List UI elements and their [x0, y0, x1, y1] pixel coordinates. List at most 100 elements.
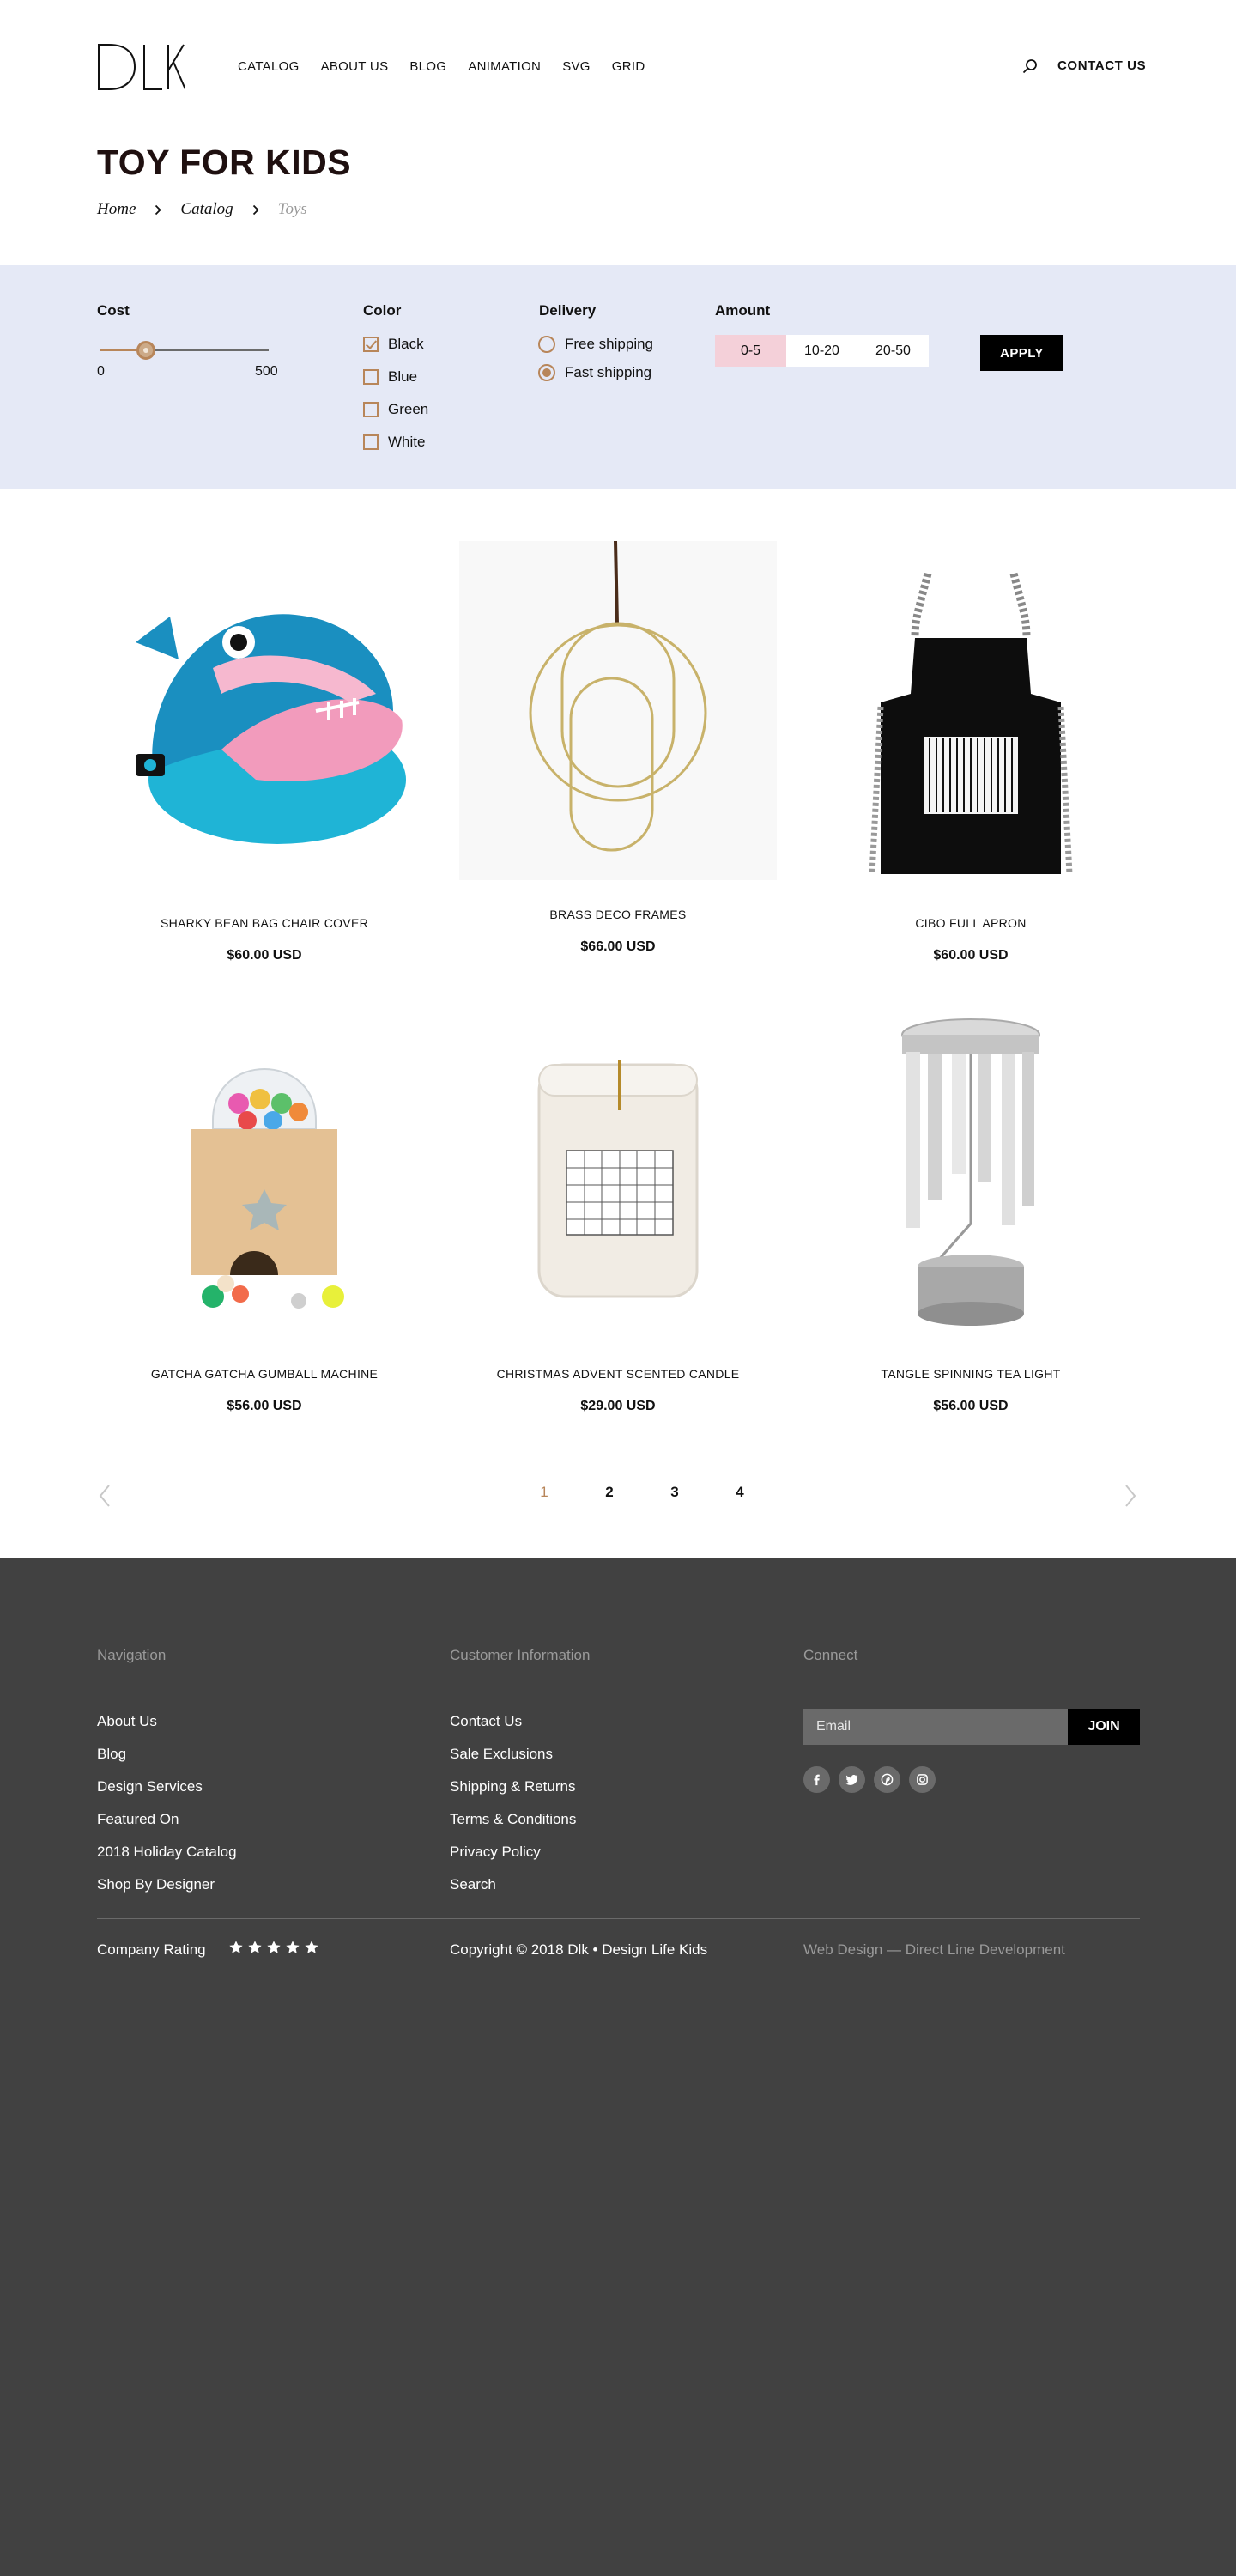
footer-link[interactable]: Terms & Conditions [450, 1811, 576, 1828]
apply-button[interactable]: APPLY [980, 335, 1063, 371]
product-name[interactable]: CHRISTMAS ADVENT SCENTED CANDLE [459, 1367, 777, 1381]
color-option-black[interactable]: Black [363, 336, 424, 353]
footer-link[interactable]: Search [450, 1876, 496, 1893]
page-number-3[interactable]: 3 [642, 1484, 707, 1501]
product-card[interactable]: TANGLE SPINNING TEA LIGHT $56.00 USD [812, 1000, 1130, 1447]
next-page-button[interactable] [1121, 1482, 1140, 1510]
facebook-button[interactable] [803, 1766, 830, 1793]
previous-page-button[interactable] [95, 1482, 114, 1510]
checkbox[interactable] [363, 369, 379, 385]
nav-svg[interactable]: SVG [562, 59, 591, 74]
nav-grid[interactable]: GRID [612, 59, 645, 74]
product-image[interactable] [106, 550, 423, 889]
product-price: $56.00 USD [933, 1399, 1009, 1413]
page-number-1[interactable]: 1 [512, 1484, 577, 1501]
breadcrumb-catalog[interactable]: Catalog [180, 200, 233, 219]
product-card[interactable]: CHRISTMAS ADVENT SCENTED CANDLE $29.00 U… [459, 1000, 777, 1447]
product-card[interactable]: BRASS DECO FRAMES $66.00 USD [459, 541, 777, 987]
delivery-option-label: Fast shipping [565, 364, 652, 380]
star-icon [267, 1941, 281, 1953]
footer-link[interactable]: 2018 Holiday Catalog [97, 1844, 237, 1861]
pinterest-button[interactable] [874, 1766, 900, 1793]
product-price: $29.00 USD [580, 1399, 656, 1413]
email-field[interactable] [803, 1709, 1068, 1745]
cost-filter-title: Cost [97, 302, 130, 319]
breadcrumb-home[interactable]: Home [97, 200, 136, 219]
footer-link[interactable]: Featured On [97, 1811, 179, 1828]
footer-link[interactable]: Shipping & Returns [450, 1778, 575, 1795]
nav-about-us[interactable]: ABOUT US [321, 59, 389, 74]
radio-button-selected[interactable] [538, 364, 555, 381]
design-credit-link[interactable]: Web Design — Direct Line Development [803, 1941, 1065, 1959]
product-card[interactable]: SHARKY BEAN BAG CHAIR COVER $60.00 USD [106, 550, 423, 996]
product-name[interactable]: CIBO FULL APRON [812, 916, 1130, 930]
product-name[interactable]: SHARKY BEAN BAG CHAIR COVER [106, 916, 423, 930]
product-card[interactable]: GATCHA GATCHA GUMBALL MACHINE $56.00 USD [106, 1000, 423, 1447]
delivery-option-free[interactable]: Free shipping [538, 336, 653, 353]
footer-link[interactable]: Design Services [97, 1778, 203, 1795]
product-name[interactable]: BRASS DECO FRAMES [459, 908, 777, 921]
product-image[interactable] [459, 1000, 777, 1340]
product-name[interactable]: GATCHA GATCHA GUMBALL MACHINE [106, 1367, 423, 1381]
search-button[interactable] [1021, 57, 1039, 76]
checkbox-checked[interactable] [363, 337, 379, 352]
footer-link[interactable]: Shop By Designer [97, 1876, 215, 1893]
amount-option-10-20[interactable]: 10-20 [786, 335, 857, 367]
page-number-4[interactable]: 4 [707, 1484, 772, 1501]
search-icon [1022, 59, 1037, 74]
cost-slider[interactable] [100, 340, 269, 361]
color-option-label: Black [388, 336, 424, 352]
footer-customer-title: Customer Information [450, 1647, 591, 1663]
color-option-blue[interactable]: Blue [363, 368, 417, 386]
product-image[interactable] [812, 1000, 1130, 1340]
checkbox[interactable] [363, 402, 379, 417]
footer-link[interactable]: Privacy Policy [450, 1844, 541, 1861]
star-icon [248, 1941, 262, 1953]
footer-link[interactable]: About Us [97, 1713, 157, 1730]
join-button[interactable]: JOIN [1068, 1709, 1140, 1745]
contact-us-link[interactable]: CONTACT US [1057, 58, 1146, 73]
product-image[interactable] [812, 550, 1130, 889]
star-icon [286, 1941, 300, 1953]
amount-option-20-50[interactable]: 20-50 [857, 335, 929, 367]
product-price: $66.00 USD [580, 939, 656, 954]
copyright-text: Copyright © 2018 Dlk • Design Life Kids [450, 1941, 708, 1958]
color-option-green[interactable]: Green [363, 401, 428, 418]
footer-link[interactable]: Blog [97, 1746, 126, 1763]
product-image[interactable] [106, 1000, 423, 1340]
nav-blog[interactable]: BLOG [409, 59, 446, 74]
footer-bottom-divider [97, 1918, 1140, 1919]
color-filter-title: Color [363, 302, 402, 319]
product-price: $60.00 USD [227, 948, 302, 963]
product-image[interactable] [459, 541, 777, 880]
page-title: TOY FOR KIDS [97, 143, 352, 182]
slider-handle[interactable] [136, 341, 155, 360]
checkbox[interactable] [363, 434, 379, 450]
cost-min-label: 0 [97, 364, 105, 379]
footer-link[interactable]: Sale Exclusions [450, 1746, 553, 1763]
product-name[interactable]: TANGLE SPINNING TEA LIGHT [812, 1367, 1130, 1381]
footer-navigation-title: Navigation [97, 1647, 167, 1663]
delivery-option-fast[interactable]: Fast shipping [538, 364, 651, 381]
delivery-filter-title: Delivery [539, 302, 597, 319]
nav-catalog[interactable]: CATALOG [238, 59, 300, 74]
logo[interactable] [97, 43, 186, 91]
amount-option-0-5[interactable]: 0-5 [715, 335, 786, 367]
instagram-button[interactable] [909, 1766, 936, 1793]
chevron-right-icon [252, 204, 259, 216]
radio-button[interactable] [538, 336, 555, 353]
page-number-2[interactable]: 2 [577, 1484, 642, 1501]
product-card[interactable]: CIBO FULL APRON $60.00 USD [812, 550, 1130, 996]
nav-animation[interactable]: ANIMATION [468, 59, 541, 74]
cost-max-label: 500 [255, 364, 278, 379]
twitter-button[interactable] [839, 1766, 865, 1793]
shark-bean-bag-image [136, 613, 406, 844]
breadcrumb: Home Catalog Toys [97, 200, 307, 219]
site-header: CATALOG ABOUT US BLOG ANIMATION SVG GRID… [0, 0, 1236, 133]
main-nav: CATALOG ABOUT US BLOG ANIMATION SVG GRID [238, 59, 666, 74]
product-price: $56.00 USD [227, 1399, 302, 1413]
footer-link[interactable]: Contact Us [450, 1713, 522, 1730]
delivery-option-label: Free shipping [565, 336, 654, 352]
footer-connect-title: Connect [803, 1647, 858, 1663]
color-option-white[interactable]: White [363, 434, 425, 451]
